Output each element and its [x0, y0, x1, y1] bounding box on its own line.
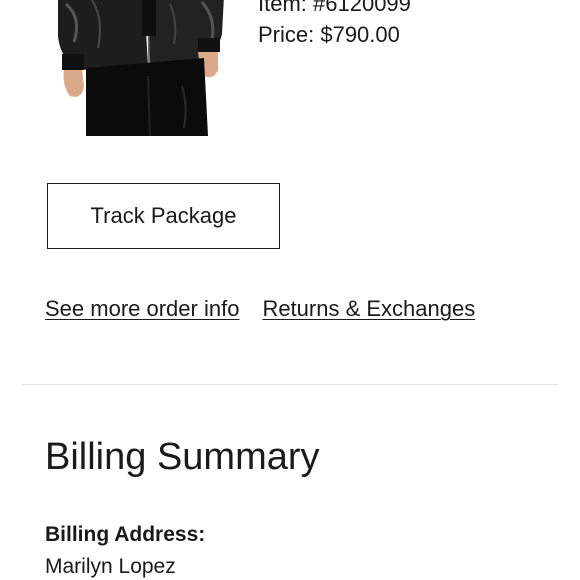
returns-exchanges-link[interactable]: Returns & Exchanges	[262, 296, 475, 322]
order-links: See more order info Returns & Exchanges	[45, 296, 475, 322]
product-image[interactable]	[52, 0, 228, 136]
product-info: Item: #6120099 Price: $790.00	[258, 0, 411, 50]
order-detail-page: Item: #6120099 Price: $790.00 Track Pack…	[0, 0, 580, 580]
track-package-button[interactable]: Track Package	[47, 183, 280, 249]
billing-address-label: Billing Address:	[45, 523, 206, 546]
billing-summary-title: Billing Summary	[45, 436, 320, 478]
product-item-number: Item: #6120099	[258, 0, 411, 16]
section-divider	[22, 384, 558, 385]
billing-address-name: Marilyn Lopez	[45, 555, 176, 578]
product-price: Price: $790.00	[258, 22, 400, 47]
see-more-order-info-link[interactable]: See more order info	[45, 296, 239, 322]
